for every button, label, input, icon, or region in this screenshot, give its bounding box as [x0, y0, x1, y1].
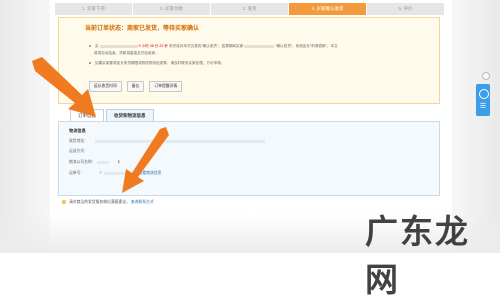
- address-label: 收货地址：: [69, 139, 88, 143]
- page: 1. 买家下单 2. 买家付款 3. 发货 4. 买家确认收货 5. 评价 当前…: [0, 0, 500, 299]
- shipping-method-row: 运送方式：: [69, 149, 88, 154]
- notice-buttons: 延长收货时间 备忘 订单提醒详情: [89, 81, 183, 92]
- memo-button[interactable]: 备忘: [126, 81, 145, 92]
- step-4: 4. 买家确认收货: [289, 3, 366, 15]
- step-5: 5. 评价: [367, 3, 444, 15]
- method-label: 运送方式：: [69, 149, 88, 153]
- tracking-label: 运单号：: [69, 171, 85, 175]
- arrow-icon: [32, 57, 96, 117]
- footer-note: 请对商品的发货服务做出满意建议， 查询联系方式: [62, 200, 154, 205]
- notice-line-2: 易将自动结束，货款将直接支付给卖家。: [94, 51, 159, 55]
- drop-icon: [479, 89, 489, 99]
- logistics-panel: 物流信息 收货地址： 运送方式： 物流公司名称： $ 运单号： ? ? 查看物流…: [58, 121, 440, 196]
- footer-text: 请对商品的发货服务做出满意建议，: [69, 200, 130, 204]
- chat-icon: ☰: [479, 103, 487, 110]
- scroll-top-icon[interactable]: [482, 72, 490, 80]
- tracking-value: ?: [99, 171, 102, 175]
- tab-shipping-info[interactable]: 收货和物流信息: [106, 109, 154, 121]
- step-2: 2. 买家付款: [133, 3, 210, 15]
- notice-prefix: 买: [95, 44, 99, 48]
- notice-line-1: 买 9 小时 46 分 23 秒 未完成对本次交易的“确认收货”，如果期间买家 …: [89, 44, 338, 49]
- contact-link[interactable]: 查询联系方式: [131, 200, 154, 204]
- step-3: 3. 发货: [211, 3, 288, 15]
- order-status-notice: 当前订单状态：商家已发货，等待买家确认 买 9 小时 46 分 23 秒 未完成…: [58, 17, 440, 104]
- blurred-text: [99, 44, 138, 48]
- progress-steps: 1. 买家下单 2. 买家付款 3. 发货 4. 买家确认收货 5. 评价: [55, 3, 445, 15]
- blurred-carrier: [96, 160, 109, 164]
- step-1: 1. 买家下单: [55, 3, 132, 15]
- tip-icon: [62, 200, 66, 204]
- carrier-row: 物流公司名称： $: [69, 160, 120, 165]
- countdown: 9 小时 46 分 23 秒: [138, 44, 168, 48]
- notice-mid: 未完成对本次交易的“确认收货”，如果期间买家: [168, 44, 244, 48]
- bullet-icon: [89, 45, 91, 48]
- carrier-label: 物流公司名称：: [69, 160, 96, 164]
- notice-text-3: 如果买家要求延长收货期限或修改物流信息等，请及时联系买家处理，方可申请。: [95, 61, 225, 65]
- blurred-text: [244, 44, 275, 48]
- arrow-icon: [122, 127, 169, 193]
- notice-title: 当前订单状态：商家已发货，等待买家确认: [85, 26, 200, 32]
- notice-line-3: 如果买家要求延长收货期限或修改物流信息等，请及时联系买家处理，方可申请。: [89, 61, 224, 66]
- order-reminder-button[interactable]: 订单提醒详情: [149, 81, 183, 92]
- logistics-title: 物流信息: [69, 128, 86, 133]
- watermark: 广东龙网: [365, 212, 470, 299]
- float-tool-icon[interactable]: ☰: [476, 84, 490, 116]
- notice-suffix: “确认收货”，系统会在“申请退款”，本交: [275, 44, 338, 48]
